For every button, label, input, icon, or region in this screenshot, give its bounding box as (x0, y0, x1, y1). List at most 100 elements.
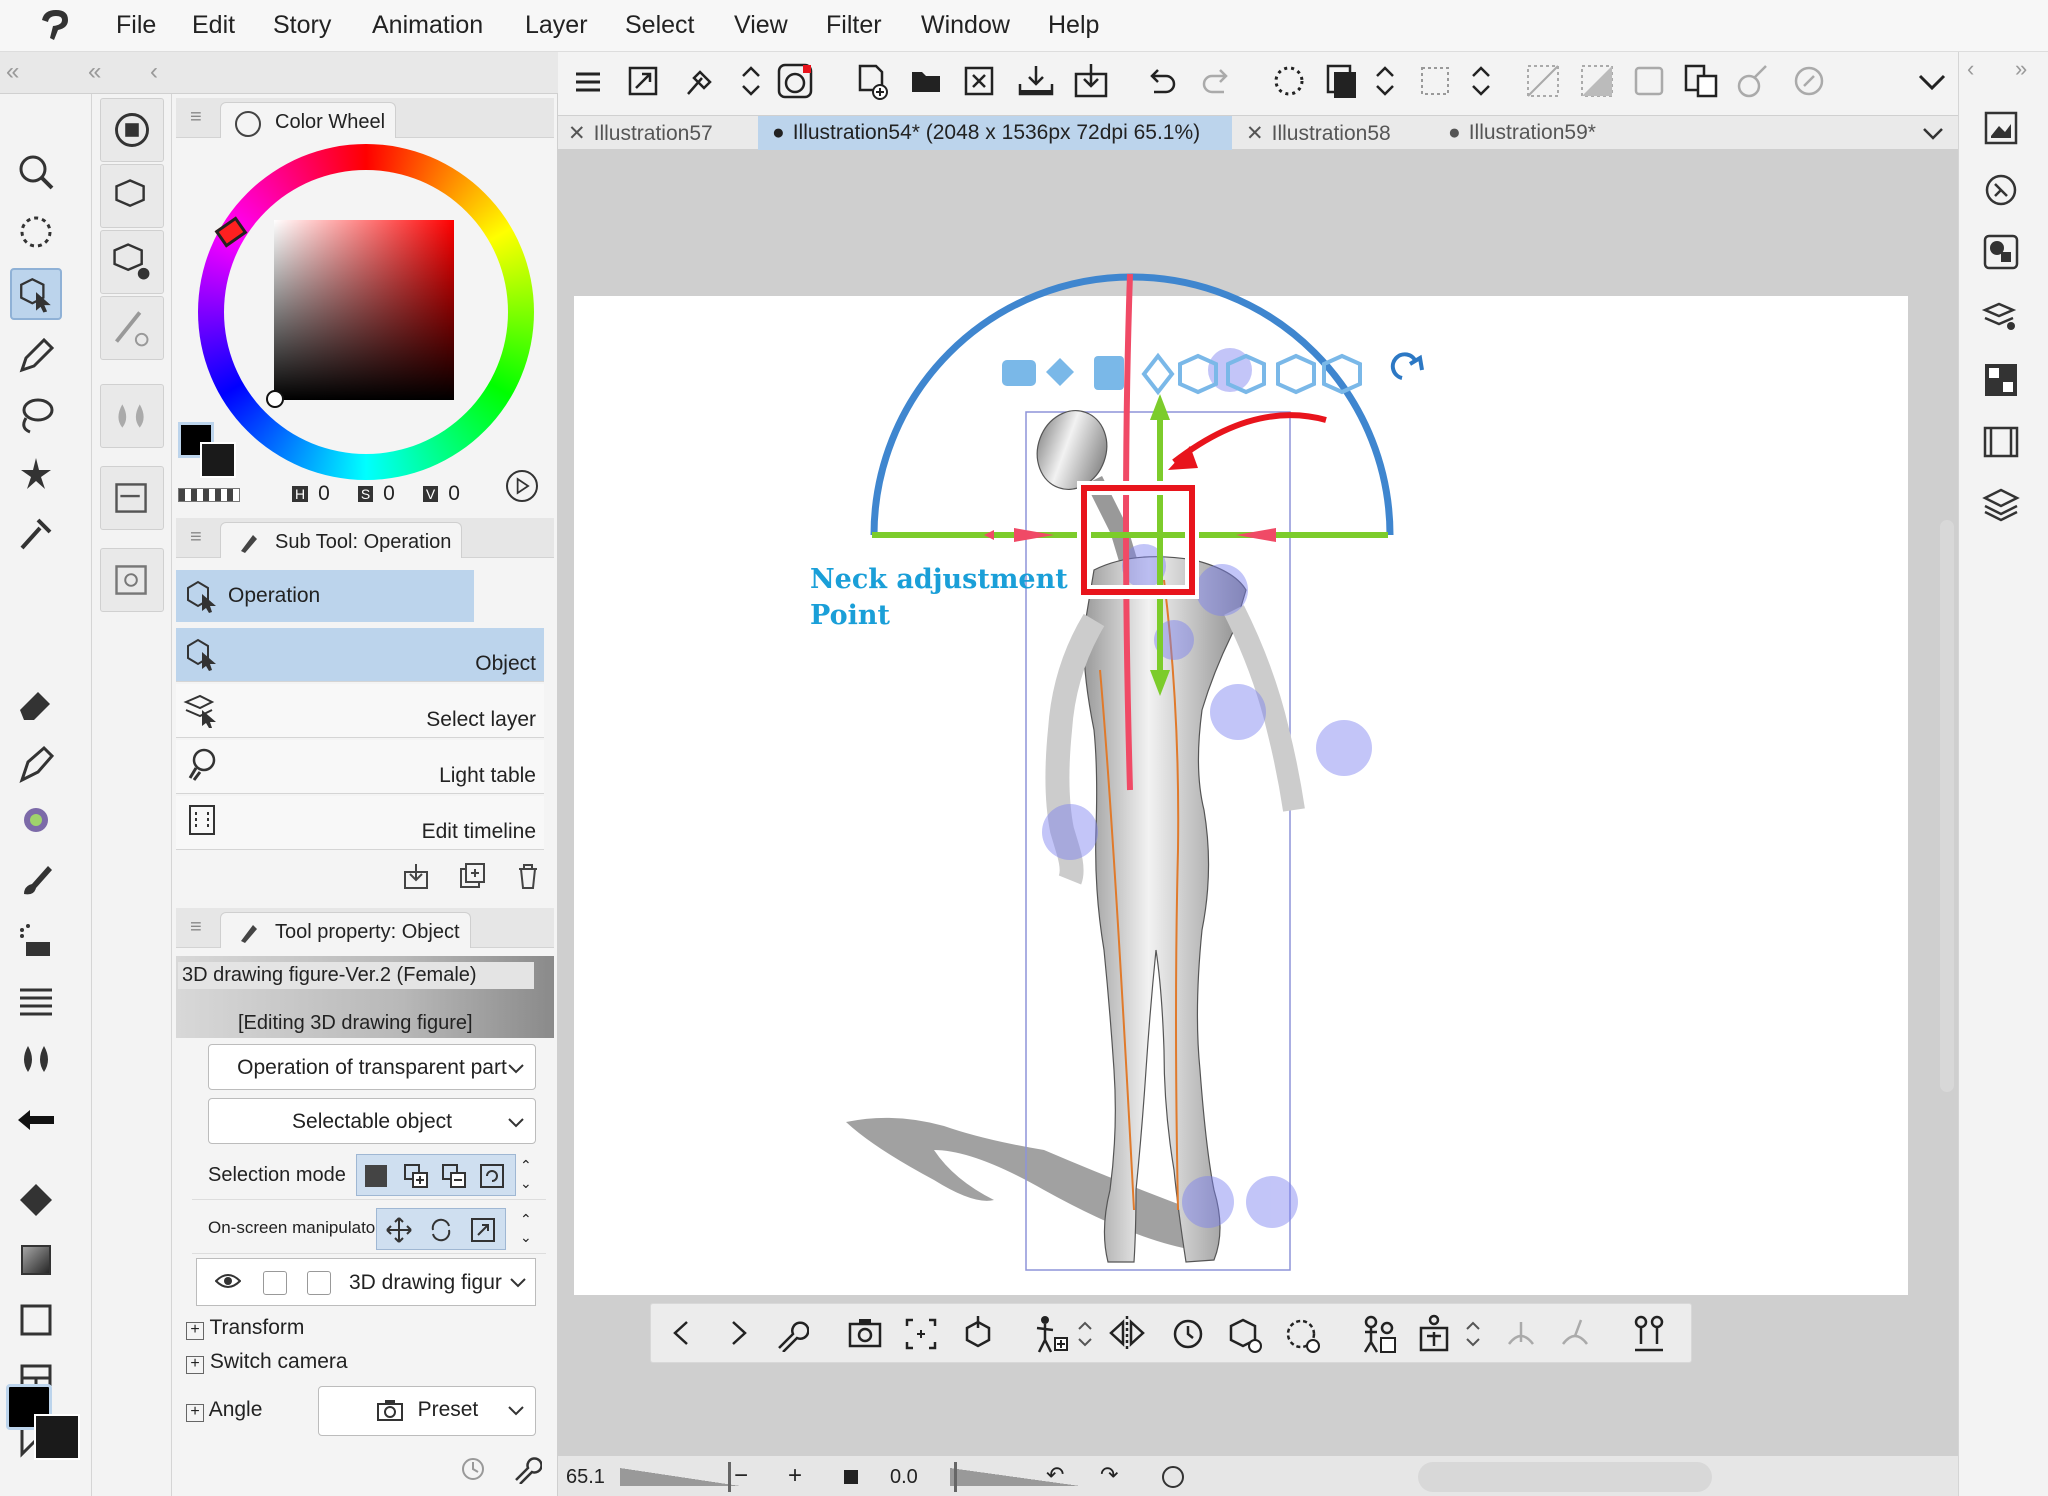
companion-app-icon[interactable] (776, 62, 814, 100)
wrench-icon[interactable] (773, 1316, 810, 1353)
collapse-sub-icon[interactable]: « (88, 58, 101, 86)
navigator-icon[interactable] (1981, 108, 2021, 148)
sub-tool-group-operation[interactable]: Operation (176, 570, 474, 622)
crop-icon[interactable] (1416, 62, 1454, 100)
zoom-slider[interactable] (620, 1468, 740, 1486)
zoom-tool-icon[interactable] (10, 146, 62, 198)
delete-subtool-icon[interactable] (514, 862, 542, 890)
layers-icon[interactable] (1981, 484, 2021, 524)
switch-camera-section[interactable]: + Switch camera (186, 1350, 348, 1374)
move-arrow-tool-icon[interactable] (10, 1094, 62, 1146)
move-manipulator-icon[interactable] (385, 1216, 413, 1244)
flip-horizontal-icon[interactable] (1107, 1314, 1147, 1352)
close-tab-icon[interactable]: ✕ (568, 122, 586, 145)
menu-view[interactable]: View (734, 11, 788, 40)
eyedropper-tool-icon[interactable] (10, 506, 62, 558)
reset-pose-icon[interactable] (1169, 1314, 1207, 1352)
brush-tool-icon[interactable] (10, 854, 62, 906)
toggle-selection-icon[interactable] (479, 1163, 505, 1189)
register-pose-icon[interactable] (1359, 1314, 1399, 1354)
menu-story[interactable]: Story (273, 11, 331, 40)
color-panel-icon[interactable] (100, 98, 164, 162)
expand-right-icon[interactable]: » (2015, 56, 2027, 82)
close-file-icon[interactable] (962, 62, 996, 100)
panel-menu-icon[interactable]: ≡ (190, 526, 202, 549)
reset-rotation-icon[interactable] (1162, 1466, 1184, 1488)
parts-checkbox[interactable] (307, 1271, 331, 1295)
stop-icon[interactable] (844, 1470, 858, 1484)
layer-search-icon[interactable] (1981, 360, 2021, 400)
angle-section[interactable]: + Angle (186, 1398, 262, 1422)
color-wheel-tab[interactable]: Color Wheel (220, 102, 397, 138)
saturation-value-square[interactable] (274, 220, 454, 400)
chevron-left-icon[interactable]: ‹ (150, 58, 158, 86)
gradient-tool-icon[interactable] (10, 1234, 62, 1286)
previous-icon[interactable] (667, 1318, 697, 1348)
menu-window[interactable]: Window (921, 11, 1010, 40)
reset-property-icon[interactable] (460, 1456, 486, 1482)
transform-layer-icon[interactable] (1734, 62, 1772, 100)
menu-select[interactable]: Select (625, 11, 694, 40)
rotate-manipulator-icon[interactable] (427, 1216, 455, 1244)
figure-pair-icon[interactable] (1629, 1314, 1669, 1354)
selection-mode-stepper[interactable]: ⌃ ⌄ (520, 1156, 532, 1192)
invert-selection-icon[interactable] (1578, 62, 1616, 100)
eye-icon[interactable] (214, 1271, 242, 1291)
fit-figure-icon[interactable] (903, 1316, 939, 1352)
undo-icon[interactable] (1142, 62, 1180, 100)
hatching-tool-icon[interactable] (10, 974, 62, 1026)
timeline-icon[interactable] (1981, 422, 2021, 462)
menu-layer[interactable]: Layer (525, 11, 588, 40)
sub-view-icon[interactable] (1981, 170, 2021, 210)
pose-lock-icon[interactable] (1415, 1314, 1453, 1354)
operation-tool-icon[interactable] (10, 268, 62, 320)
airbrush-tool-icon[interactable] (10, 914, 62, 966)
3d-settings-icon[interactable] (100, 230, 164, 294)
zoom-out-icon[interactable]: − (734, 1462, 748, 1490)
loading-spinner-icon[interactable] (1270, 62, 1308, 100)
tab-illustration57[interactable]: ✕ Illustration57 (568, 116, 768, 150)
sub-tool-tab[interactable]: Sub Tool: Operation (220, 522, 463, 558)
3d-figure-overlay[interactable] (574, 150, 1908, 1295)
panel-menu-icon[interactable]: ≡ (190, 916, 202, 939)
angle-value[interactable]: 0.0 (890, 1466, 918, 1489)
angle-preset-dropdown[interactable]: Preset (318, 1386, 536, 1436)
rotate-left-icon[interactable]: ↶ (1046, 1462, 1064, 1488)
next-icon[interactable] (723, 1318, 753, 1348)
axis-red-left-arrow[interactable] (1014, 528, 1054, 542)
manipulator-stepper[interactable]: ⌃ ⌄ (520, 1210, 532, 1246)
sv-marker[interactable] (266, 390, 284, 408)
sub-tool-item-light-table[interactable]: Light table (176, 740, 544, 794)
wrench-settings-icon[interactable] (512, 1454, 543, 1485)
chevron-down-icon[interactable] (1916, 66, 1948, 98)
menu-filter[interactable]: Filter (826, 11, 882, 40)
add-selection-icon[interactable] (403, 1163, 429, 1189)
lasso-tool-icon[interactable] (10, 390, 62, 442)
pen-nib-tool-icon[interactable] (10, 738, 62, 790)
tab-illustration58[interactable]: ✕ Illustration58 (1246, 116, 1446, 150)
transparent-part-dropdown[interactable]: Operation of transparent part (208, 1044, 536, 1090)
clear-selection-icon[interactable] (1524, 62, 1562, 100)
app-logo-icon[interactable] (34, 6, 76, 46)
layer-property-icon[interactable] (100, 466, 164, 530)
wheel-mode-icon[interactable] (506, 470, 538, 502)
auto-select-tool-icon[interactable] (10, 448, 62, 500)
material-panel-icon[interactable] (1981, 296, 2021, 336)
decoration-tool-icon[interactable] (10, 796, 62, 848)
import-icon[interactable] (1072, 62, 1110, 100)
redo-icon[interactable] (1198, 62, 1236, 100)
close-tab-icon[interactable]: ✕ (1246, 122, 1264, 145)
sub-tool-item-select-layer[interactable]: Select layer (176, 684, 544, 738)
axis-red-right-arrow[interactable] (1236, 528, 1276, 542)
launcher-stepper-icon[interactable] (1075, 1318, 1095, 1350)
import-subtool-icon[interactable] (402, 862, 430, 890)
figure-dropdown-value[interactable]: 3D drawing figur (349, 1271, 502, 1295)
figure-tool-icon[interactable] (10, 1294, 62, 1346)
sub-color-swatch[interactable] (34, 1414, 80, 1460)
selectable-object-dropdown[interactable]: Selectable object (208, 1098, 536, 1144)
angle-slider-handle[interactable] (954, 1462, 957, 1492)
fill-tool-icon[interactable] (10, 1174, 62, 1226)
color-set-icon[interactable] (1981, 232, 2021, 272)
3d-object-list-icon[interactable] (100, 164, 164, 228)
pen-tool-icon[interactable] (10, 330, 62, 382)
